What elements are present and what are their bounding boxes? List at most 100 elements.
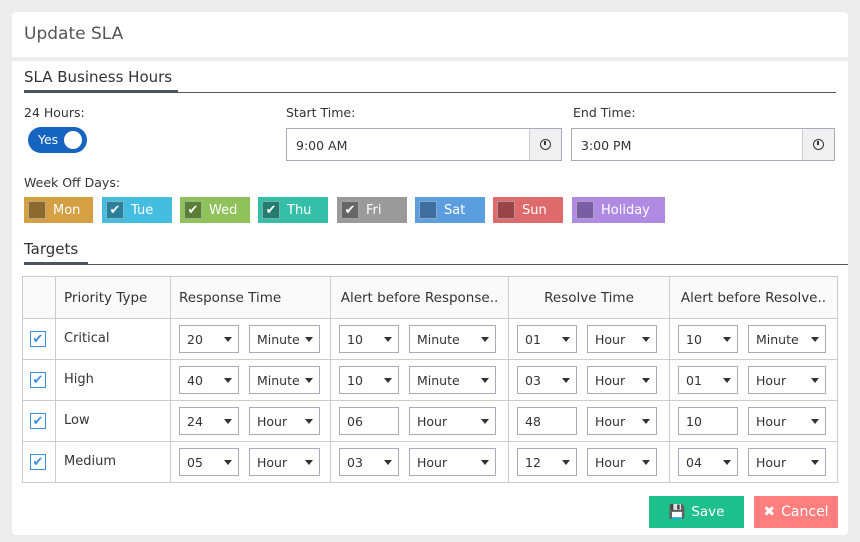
alert-resolve-unit-select[interactable]: Hour xyxy=(748,366,826,394)
row-checkbox[interactable]: ✔ xyxy=(30,372,46,388)
end-time-label: End Time: xyxy=(573,105,636,120)
start-time-input[interactable]: 9:00 AM xyxy=(286,128,562,161)
day-label: Holiday xyxy=(601,202,650,218)
response-unit-select[interactable]: Hour xyxy=(249,407,320,435)
alert-resolve-value-select[interactable]: 04 xyxy=(678,448,738,476)
alert-resolve-value-select[interactable]: 01 xyxy=(678,366,738,394)
hours24-toggle[interactable]: Yes xyxy=(28,127,87,153)
alert-response-value-select[interactable]: 10 xyxy=(339,325,399,353)
alert-resolve-value-input[interactable]: 10 xyxy=(678,407,738,435)
unit-text: Hour xyxy=(595,332,626,347)
resolve-unit-select[interactable]: Hour xyxy=(587,448,657,476)
alert-response-unit-select[interactable]: Minute xyxy=(409,325,496,353)
response-value-select[interactable]: 40 xyxy=(179,366,239,394)
alert-response-value-select[interactable]: 10 xyxy=(339,366,399,394)
end-time-input[interactable]: 3:00 PM xyxy=(571,128,835,161)
day-checkbox[interactable]: ✔ xyxy=(341,201,359,219)
caret-down-icon xyxy=(481,378,489,383)
response-value-select[interactable]: 24 xyxy=(179,407,239,435)
resolve-unit-select[interactable]: Hour xyxy=(587,366,657,394)
priority-cell: Medium xyxy=(55,441,171,483)
row-checkbox[interactable]: ✔ xyxy=(30,454,46,470)
hours24-label: 24 Hours: xyxy=(24,105,85,120)
alert-resolve-unit-select[interactable]: Minute xyxy=(748,325,826,353)
column-header: Resolve Time xyxy=(508,276,670,319)
save-button[interactable]: 💾 Save xyxy=(649,496,744,528)
resolve-value-select[interactable]: 12 xyxy=(517,448,577,476)
response-value-select[interactable]: 20 xyxy=(179,325,239,353)
toggle-label: Yes xyxy=(38,132,59,147)
day-label: Sun xyxy=(522,202,547,218)
value-text: 10 xyxy=(347,373,363,388)
value-text: 05 xyxy=(187,455,203,470)
dialog-header: Update SLA xyxy=(12,12,848,57)
caret-down-icon xyxy=(642,337,650,342)
week-off-day-sun[interactable]: Sun xyxy=(493,197,563,223)
unit-text: Hour xyxy=(595,373,626,388)
row-checkbox[interactable]: ✔ xyxy=(30,331,46,347)
day-checkbox[interactable] xyxy=(497,201,515,219)
caret-down-icon xyxy=(642,419,650,424)
toggle-knob xyxy=(64,131,82,149)
caret-down-icon xyxy=(723,378,731,383)
priority-cell: Critical xyxy=(55,318,171,360)
week-off-day-wed[interactable]: ✔ Wed xyxy=(180,197,250,223)
week-off-day-sat[interactable]: Sat xyxy=(415,197,485,223)
caret-down-icon xyxy=(481,460,489,465)
day-checkbox[interactable]: ✔ xyxy=(262,201,280,219)
alert-response-unit-select[interactable]: Hour xyxy=(409,448,496,476)
response-value-select[interactable]: 05 xyxy=(179,448,239,476)
resolve-value-select[interactable]: 03 xyxy=(517,366,577,394)
response-unit-select[interactable]: Minute xyxy=(249,366,320,394)
day-checkbox[interactable] xyxy=(419,201,437,219)
row-checkbox[interactable]: ✔ xyxy=(30,413,46,429)
alert-response-unit-select[interactable]: Hour xyxy=(409,407,496,435)
clock-icon xyxy=(540,139,551,150)
week-off-day-holiday[interactable]: Holiday xyxy=(572,197,665,223)
unit-text: Hour xyxy=(417,414,448,429)
resolve-value-select[interactable]: 01 xyxy=(517,325,577,353)
priority-cell: Low xyxy=(55,400,171,442)
divider xyxy=(24,264,848,265)
day-checkbox[interactable]: ✔ xyxy=(106,201,124,219)
alert-response-unit-select[interactable]: Minute xyxy=(409,366,496,394)
caret-down-icon xyxy=(811,378,819,383)
day-checkbox[interactable] xyxy=(28,201,46,219)
alert-resolve-value-select[interactable]: 10 xyxy=(678,325,738,353)
alert-response-value-select[interactable]: 03 xyxy=(339,448,399,476)
value-text: 10 xyxy=(347,332,363,347)
start-time-picker-button[interactable] xyxy=(529,129,561,160)
caret-down-icon xyxy=(224,378,232,383)
cancel-button[interactable]: ✖ Cancel xyxy=(754,496,838,528)
unit-text: Hour xyxy=(257,414,288,429)
resolve-value-input[interactable]: 48 xyxy=(517,407,577,435)
week-off-day-mon[interactable]: Mon xyxy=(24,197,93,223)
week-off-day-tue[interactable]: ✔ Tue xyxy=(102,197,172,223)
caret-down-icon xyxy=(562,460,570,465)
table-row: ✔ High 40 Minute 10 Minute 03 Hour 01 Hou… xyxy=(22,359,838,401)
caret-down-icon xyxy=(384,460,392,465)
value-text: 40 xyxy=(187,373,203,388)
alert-resolve-unit-select[interactable]: Hour xyxy=(748,448,826,476)
day-checkbox[interactable]: ✔ xyxy=(184,201,202,219)
alert-resolve-unit-select[interactable]: Hour xyxy=(748,407,826,435)
caret-down-icon xyxy=(305,378,313,383)
week-off-day-thu[interactable]: ✔ Thu xyxy=(258,197,328,223)
day-checkbox[interactable] xyxy=(576,201,594,219)
unit-text: Minute xyxy=(257,373,300,388)
response-unit-select[interactable]: Hour xyxy=(249,448,320,476)
caret-down-icon xyxy=(224,460,232,465)
caret-down-icon xyxy=(562,337,570,342)
unit-text: Hour xyxy=(756,455,787,470)
end-time-picker-button[interactable] xyxy=(802,129,834,160)
alert-response-value-input[interactable]: 06 xyxy=(339,407,399,435)
day-label: Fri xyxy=(366,202,382,218)
day-label: Mon xyxy=(53,202,81,218)
value-text: 03 xyxy=(347,455,363,470)
week-off-day-fri[interactable]: ✔ Fri xyxy=(337,197,407,223)
business-hours-heading: SLA Business Hours xyxy=(24,68,173,86)
targets-heading: Targets xyxy=(24,240,79,258)
resolve-unit-select[interactable]: Hour xyxy=(587,325,657,353)
resolve-unit-select[interactable]: Hour xyxy=(587,407,657,435)
response-unit-select[interactable]: Minute xyxy=(249,325,320,353)
